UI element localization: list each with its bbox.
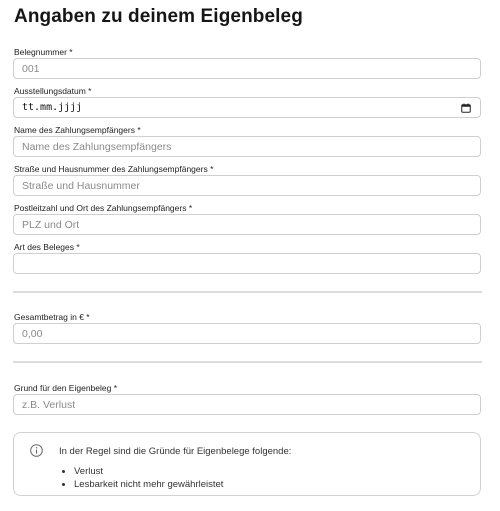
list-item: Verlust (74, 465, 223, 478)
empfaenger-strasse-placeholder: Straße und Hausnummer (22, 179, 140, 192)
grund-field[interactable]: z.B. Verlust (13, 394, 481, 415)
belegnummer-label: Belegnummer * (14, 47, 73, 57)
empfaenger-name-field[interactable]: Name des Zahlungsempfängers (13, 136, 481, 157)
ausstellungsdatum-field[interactable]: tt.mm.jjjj (13, 97, 481, 118)
empfaenger-strasse-label: Straße und Hausnummer des Zahlungsempfän… (14, 164, 214, 174)
info-icon (30, 444, 43, 462)
belegnummer-value: 001 (22, 62, 40, 75)
empfaenger-plz-ort-placeholder: PLZ und Ort (22, 218, 80, 231)
gesamtbetrag-label: Gesamtbetrag in € * (14, 312, 90, 322)
section-divider (13, 361, 482, 363)
page-title: Angaben zu deinem Eigenbeleg (14, 6, 303, 27)
empfaenger-name-label: Name des Zahlungsempfängers * (14, 125, 141, 135)
section-divider (13, 291, 482, 293)
gesamtbetrag-field[interactable]: 0,00 (13, 323, 481, 344)
empfaenger-strasse-field[interactable]: Straße und Hausnummer (13, 175, 481, 196)
ausstellungsdatum-label: Ausstellungsdatum * (14, 86, 92, 96)
art-des-beleges-label: Art des Beleges * (14, 242, 80, 252)
info-box: In der Regel sind die Gründe für Eigenbe… (13, 432, 481, 496)
empfaenger-plz-ort-label: Postleitzahl und Ort des Zahlungsempfäng… (14, 203, 193, 213)
ausstellungsdatum-value: tt.mm.jjjj (22, 102, 83, 113)
list-item: Lesbarkeit nicht mehr gewährleistet (74, 478, 223, 491)
belegnummer-field[interactable]: 001 (13, 58, 481, 79)
grund-label: Grund für den Eigenbeleg * (14, 383, 118, 393)
info-text: In der Regel sind die Gründe für Eigenbe… (59, 446, 292, 457)
info-list: Verlust Lesbarkeit nicht mehr gewährleis… (62, 465, 223, 491)
grund-placeholder: z.B. Verlust (22, 398, 76, 411)
calendar-icon[interactable] (461, 103, 471, 116)
empfaenger-name-placeholder: Name des Zahlungsempfängers (22, 140, 172, 153)
gesamtbetrag-placeholder: 0,00 (22, 327, 43, 340)
empfaenger-plz-ort-field[interactable]: PLZ und Ort (13, 214, 481, 235)
art-des-beleges-field[interactable] (13, 253, 481, 274)
